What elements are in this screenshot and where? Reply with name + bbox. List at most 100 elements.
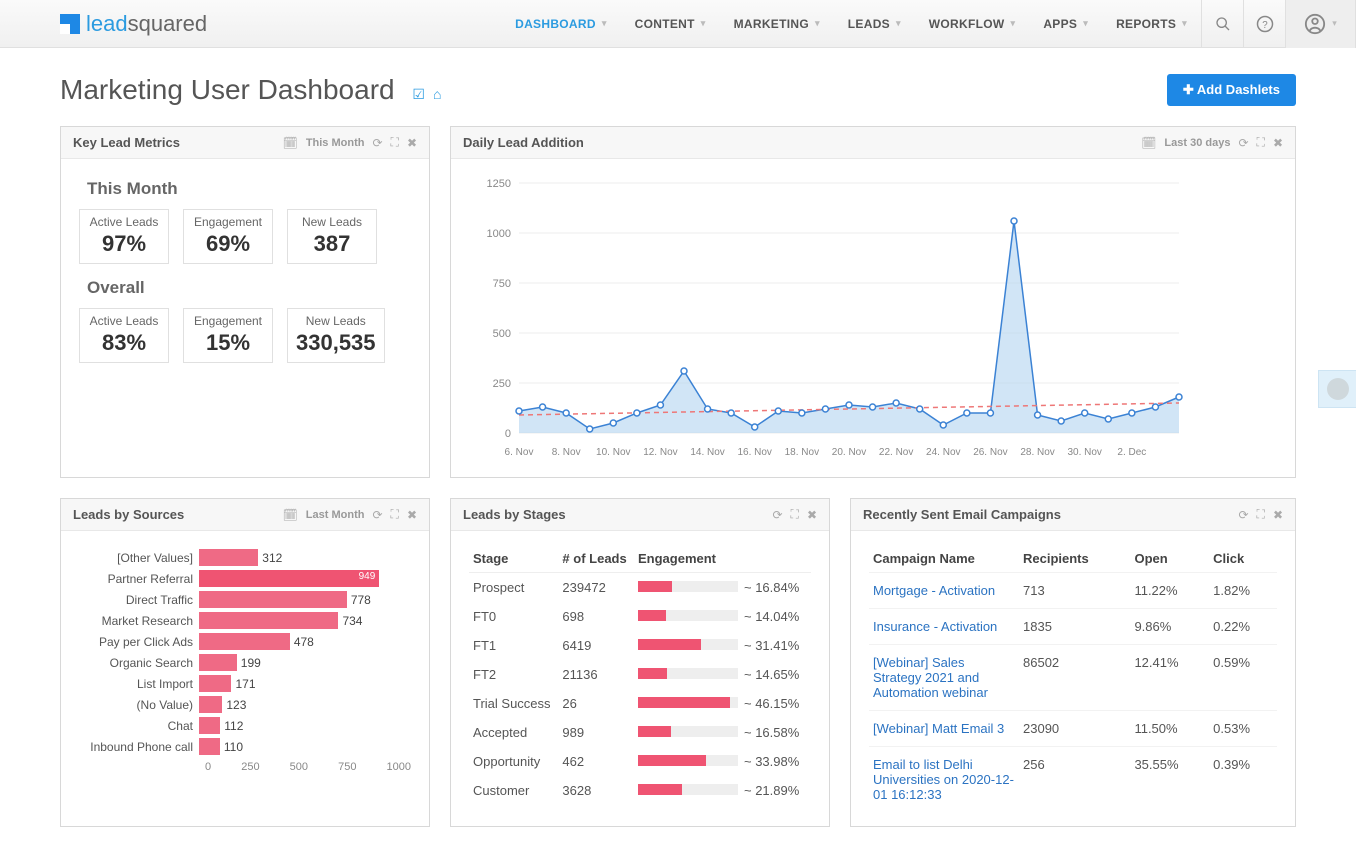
- nav-apps[interactable]: APPS▾: [1029, 0, 1102, 48]
- refresh-icon[interactable]: ⟳: [1238, 136, 1248, 150]
- metric-engagement: Engagement69%: [183, 209, 273, 264]
- expand-icon[interactable]: ⛶: [391, 135, 399, 150]
- svg-text:10. Nov: 10. Nov: [596, 447, 630, 458]
- svg-text:2. Dec: 2. Dec: [1117, 447, 1146, 458]
- stage-row: Opportunity462~ 33.98%: [469, 747, 811, 776]
- svg-text:250: 250: [493, 378, 511, 390]
- expand-icon[interactable]: ⛶: [1257, 507, 1265, 522]
- refresh-icon[interactable]: ⟳: [772, 508, 782, 522]
- nav-content[interactable]: CONTENT▾: [621, 0, 720, 48]
- card-title: Recently Sent Email Campaigns: [863, 507, 1061, 522]
- source-row: Market Research734: [79, 612, 411, 629]
- topbar: leadsquared DASHBOARD▾CONTENT▾MARKETING▾…: [0, 0, 1356, 48]
- card-daily-lead: Daily Lead Addition 🗓 Last 30 days ⟳ ⛶ ✖…: [450, 126, 1296, 478]
- nav-workflow[interactable]: WORKFLOW▾: [915, 0, 1030, 48]
- close-icon[interactable]: ✖: [1273, 508, 1283, 522]
- campaign-row: [Webinar] Matt Email 32309011.50%0.53%: [869, 711, 1277, 747]
- card-key-metrics: Key Lead Metrics 🗓 This Month ⟳ ⛶ ✖ This…: [60, 126, 430, 478]
- close-icon[interactable]: ✖: [407, 508, 417, 522]
- source-row: Pay per Click Ads478: [79, 633, 411, 650]
- refresh-icon[interactable]: ⟳: [1238, 508, 1248, 522]
- expand-icon[interactable]: ⛶: [791, 507, 799, 522]
- metric-active-leads: Active Leads97%: [79, 209, 169, 264]
- col-click: Click: [1209, 545, 1277, 573]
- svg-text:500: 500: [493, 328, 511, 340]
- logo-text-2: squared: [128, 11, 208, 36]
- page-header: Marketing User Dashboard ☑ ⌂ ✚ Add Dashl…: [60, 74, 1296, 106]
- svg-text:0: 0: [505, 428, 511, 440]
- source-row: Partner Referral949: [79, 570, 411, 587]
- campaign-link[interactable]: Mortgage - Activation: [873, 583, 995, 598]
- floating-avatar[interactable]: [1318, 370, 1356, 408]
- source-row: List Import171: [79, 675, 411, 692]
- svg-text:16. Nov: 16. Nov: [737, 447, 771, 458]
- help-icon[interactable]: ?: [1244, 0, 1286, 48]
- svg-text:1000: 1000: [487, 228, 511, 240]
- expand-icon[interactable]: ⛶: [391, 507, 399, 522]
- campaign-link[interactable]: Insurance - Activation: [873, 619, 997, 634]
- refresh-icon[interactable]: ⟳: [372, 136, 382, 150]
- stage-row: FT0698~ 14.04%: [469, 602, 811, 631]
- logo[interactable]: leadsquared: [60, 11, 207, 37]
- col-open: Open: [1130, 545, 1209, 573]
- campaign-link[interactable]: [Webinar] Matt Email 3: [873, 721, 1004, 736]
- verified-icon[interactable]: ☑: [412, 86, 425, 103]
- stages-table: Stage # of Leads Engagement Prospect2394…: [469, 545, 811, 805]
- source-row: Direct Traffic778: [79, 591, 411, 608]
- page-title: Marketing User Dashboard ☑ ⌂: [60, 74, 441, 106]
- stage-row: Customer3628~ 21.89%: [469, 776, 811, 805]
- campaign-row: Mortgage - Activation71311.22%1.82%: [869, 573, 1277, 609]
- range-label[interactable]: Last Month: [306, 509, 365, 521]
- logo-icon: [60, 14, 80, 34]
- nav-leads[interactable]: LEADS▾: [834, 0, 915, 48]
- metric-new-leads: New Leads387: [287, 209, 377, 264]
- close-icon[interactable]: ✖: [1273, 136, 1283, 150]
- svg-text:750: 750: [493, 278, 511, 290]
- daily-lead-chart: 0250500750100012506. Nov8. Nov10. Nov12.…: [469, 173, 1189, 463]
- calendar-icon[interactable]: 🗓: [1141, 136, 1156, 150]
- stage-row: Accepted989~ 16.58%: [469, 718, 811, 747]
- user-menu[interactable]: ▾: [1286, 0, 1356, 48]
- add-dashlets-button[interactable]: ✚ Add Dashlets: [1167, 74, 1296, 106]
- metric-engagement: Engagement15%: [183, 308, 273, 363]
- source-row: [Other Values]312: [79, 549, 411, 566]
- campaign-link[interactable]: [Webinar] Sales Strategy 2021 and Automa…: [873, 655, 988, 700]
- refresh-icon[interactable]: ⟳: [372, 508, 382, 522]
- range-label[interactable]: Last 30 days: [1164, 137, 1230, 149]
- nav-dashboard[interactable]: DASHBOARD▾: [501, 0, 621, 48]
- topbar-tools: ? ▾: [1201, 0, 1356, 48]
- card-leads-stages: Leads by Stages ⟳ ⛶ ✖ Stage # of Leads E…: [450, 498, 830, 827]
- col-leads: # of Leads: [558, 545, 634, 573]
- source-row: (No Value)123: [79, 696, 411, 713]
- nav-reports[interactable]: REPORTS▾: [1102, 0, 1201, 48]
- card-title: Daily Lead Addition: [463, 135, 584, 150]
- source-row: Chat112: [79, 717, 411, 734]
- nav-marketing[interactable]: MARKETING▾: [720, 0, 834, 48]
- metric-new-leads: New Leads330,535: [287, 308, 385, 363]
- svg-text:30. Nov: 30. Nov: [1067, 447, 1101, 458]
- metric-active-leads: Active Leads83%: [79, 308, 169, 363]
- main-nav: DASHBOARD▾CONTENT▾MARKETING▾LEADS▾WORKFL…: [501, 0, 1201, 48]
- close-icon[interactable]: ✖: [807, 508, 817, 522]
- svg-text:?: ?: [1262, 19, 1268, 30]
- home-icon[interactable]: ⌂: [433, 86, 441, 103]
- stage-row: Prospect239472~ 16.84%: [469, 573, 811, 603]
- campaign-link[interactable]: Email to list Delhi Universities on 2020…: [873, 757, 1014, 802]
- card-leads-sources: Leads by Sources 🗓 Last Month ⟳ ⛶ ✖ [Oth…: [60, 498, 430, 827]
- close-icon[interactable]: ✖: [407, 136, 417, 150]
- source-row: Organic Search199: [79, 654, 411, 671]
- svg-text:6. Nov: 6. Nov: [505, 447, 534, 458]
- search-icon[interactable]: [1202, 0, 1244, 48]
- svg-text:8. Nov: 8. Nov: [552, 447, 581, 458]
- calendar-icon[interactable]: 🗓: [283, 508, 298, 522]
- calendar-icon[interactable]: 🗓: [283, 136, 298, 150]
- campaign-row: Insurance - Activation18359.86%0.22%: [869, 609, 1277, 645]
- card-title: Key Lead Metrics: [73, 135, 180, 150]
- stage-row: FT221136~ 14.65%: [469, 660, 811, 689]
- expand-icon[interactable]: ⛶: [1257, 135, 1265, 150]
- svg-text:12. Nov: 12. Nov: [643, 447, 677, 458]
- logo-text-1: lead: [86, 11, 128, 36]
- range-label[interactable]: This Month: [306, 137, 365, 149]
- svg-text:28. Nov: 28. Nov: [1020, 447, 1054, 458]
- avatar-icon: [1327, 378, 1349, 400]
